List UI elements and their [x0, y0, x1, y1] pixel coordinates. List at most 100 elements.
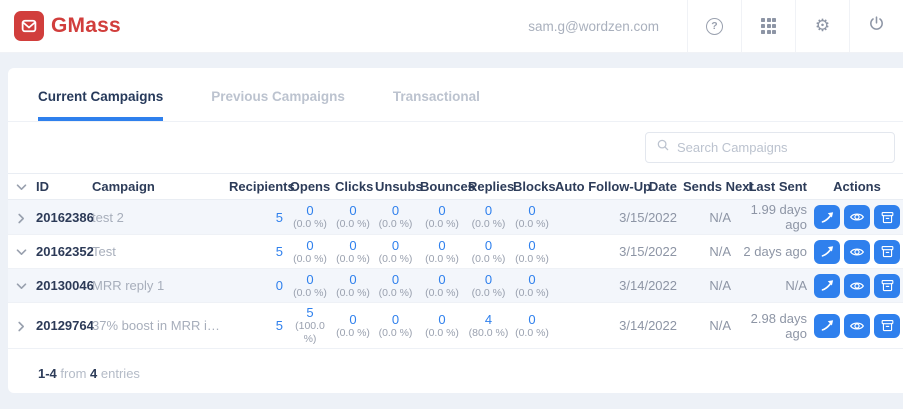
gear-icon: ⚙: [815, 18, 830, 35]
bounces-pct: (0.0 %): [420, 218, 464, 231]
col-header-replies[interactable]: Replies: [466, 174, 511, 200]
col-header-recipients[interactable]: Recipients: [227, 174, 287, 200]
col-header-blocks[interactable]: Blocks: [511, 174, 553, 200]
unsubs-count[interactable]: 0: [375, 238, 416, 253]
tab-bar: Current Campaigns Previous Campaigns Tra…: [8, 68, 903, 122]
tab-current-campaigns[interactable]: Current Campaigns: [38, 89, 163, 121]
col-header-campaign[interactable]: Campaign: [90, 174, 227, 200]
unsubs-pct: (0.0 %): [375, 253, 416, 266]
power-icon: [868, 15, 885, 37]
auto-follow-up-cell: [553, 235, 617, 269]
blocks-count[interactable]: 0: [513, 203, 551, 218]
opens-pct: (0.0 %): [289, 253, 331, 266]
col-header-clicks[interactable]: Clicks: [333, 174, 373, 200]
col-header-opens[interactable]: Opens: [287, 174, 333, 200]
col-header-sends-next[interactable]: Sends Next: [681, 174, 735, 200]
table-header-row: ID Campaign Recipients Opens Clicks Unsu…: [8, 174, 903, 200]
apps-button[interactable]: [741, 0, 795, 52]
entries-total: 4: [90, 366, 97, 381]
sends-next: N/A: [681, 200, 735, 235]
report-button[interactable]: [814, 240, 840, 264]
opens-count[interactable]: 5: [289, 305, 331, 320]
report-button[interactable]: [814, 274, 840, 298]
bounces-count[interactable]: 0: [420, 203, 464, 218]
campaign-name: MRR reply 1: [90, 269, 227, 303]
last-sent: 2.98 days ago: [735, 303, 811, 349]
view-button[interactable]: [844, 314, 870, 338]
col-header-auto-follow-up[interactable]: Auto Follow-Up: [553, 174, 617, 200]
campaign-date: 3/14/2022: [617, 303, 681, 349]
archive-button[interactable]: [874, 205, 900, 229]
blocks-count[interactable]: 0: [513, 312, 551, 327]
col-header-bounces[interactable]: Bounces: [418, 174, 466, 200]
opens-count[interactable]: 0: [289, 272, 331, 287]
archive-button[interactable]: [874, 240, 900, 264]
sends-next: N/A: [681, 303, 735, 349]
col-header-actions: Actions: [811, 174, 903, 200]
unsubs-pct: (0.0 %): [375, 327, 416, 340]
replies-pct: (0.0 %): [468, 287, 509, 300]
clicks-count[interactable]: 0: [335, 238, 371, 253]
expand-all-chevron-icon[interactable]: [10, 184, 27, 191]
help-button[interactable]: ?: [687, 0, 741, 52]
campaigns-card: Current Campaigns Previous Campaigns Tra…: [8, 68, 903, 393]
unsubs-count[interactable]: 0: [375, 312, 416, 327]
clicks-count[interactable]: 0: [335, 272, 371, 287]
archive-button[interactable]: [874, 314, 900, 338]
opens-pct: (100.0 %): [289, 320, 331, 346]
opens-count[interactable]: 0: [289, 238, 331, 253]
settings-button[interactable]: ⚙: [795, 0, 849, 52]
row-expand-chevron-icon[interactable]: [10, 323, 27, 330]
tab-previous-campaigns[interactable]: Previous Campaigns: [211, 89, 345, 121]
recipients-count[interactable]: 0: [276, 278, 283, 293]
recipients-count[interactable]: 5: [276, 244, 283, 259]
replies-count[interactable]: 0: [468, 238, 509, 253]
report-button[interactable]: [814, 205, 840, 229]
recipients-count[interactable]: 5: [276, 318, 283, 333]
bounces-count[interactable]: 0: [420, 272, 464, 287]
blocks-count[interactable]: 0: [513, 238, 551, 253]
unsubs-count[interactable]: 0: [375, 272, 416, 287]
blocks-count[interactable]: 0: [513, 272, 551, 287]
unsubs-count[interactable]: 0: [375, 203, 416, 218]
col-header-unsubs[interactable]: Unsubs: [373, 174, 418, 200]
clicks-count[interactable]: 0: [335, 312, 371, 327]
opens-count[interactable]: 0: [289, 203, 331, 218]
clicks-pct: (0.0 %): [335, 218, 371, 231]
auto-follow-up-cell: [553, 269, 617, 303]
row-expand-chevron-icon[interactable]: [10, 215, 27, 222]
search-box[interactable]: [645, 132, 895, 163]
replies-pct: (0.0 %): [468, 218, 509, 231]
view-button[interactable]: [844, 240, 870, 264]
gmass-logo-icon: [14, 11, 44, 41]
row-expand-chevron-icon[interactable]: [10, 249, 27, 256]
search-icon: [656, 138, 670, 157]
row-expand-chevron-icon[interactable]: [10, 283, 27, 290]
view-button[interactable]: [844, 274, 870, 298]
campaign-name: 37% boost in MRR in 3 months...: [90, 303, 227, 349]
replies-count[interactable]: 0: [468, 272, 509, 287]
logout-button[interactable]: [849, 0, 903, 52]
replies-count[interactable]: 4: [468, 312, 509, 327]
blocks-pct: (0.0 %): [513, 287, 551, 300]
clicks-pct: (0.0 %): [335, 327, 371, 340]
apps-grid-icon: [761, 18, 776, 33]
col-header-id[interactable]: ID: [34, 174, 90, 200]
sends-next: N/A: [681, 269, 735, 303]
tab-transactional[interactable]: Transactional: [393, 89, 480, 121]
bounces-count[interactable]: 0: [420, 312, 464, 327]
view-button[interactable]: [844, 205, 870, 229]
pagination-summary: 1-4 from 4 entries: [8, 349, 903, 398]
last-sent: N/A: [735, 269, 811, 303]
replies-count[interactable]: 0: [468, 203, 509, 218]
clicks-pct: (0.0 %): [335, 253, 371, 266]
recipients-count[interactable]: 5: [276, 210, 283, 225]
campaign-date: 3/15/2022: [617, 200, 681, 235]
brand-logo[interactable]: GMass: [14, 11, 121, 41]
search-input[interactable]: [677, 140, 884, 155]
opens-pct: (0.0 %): [289, 218, 331, 231]
archive-button[interactable]: [874, 274, 900, 298]
bounces-count[interactable]: 0: [420, 238, 464, 253]
clicks-count[interactable]: 0: [335, 203, 371, 218]
report-button[interactable]: [814, 314, 840, 338]
